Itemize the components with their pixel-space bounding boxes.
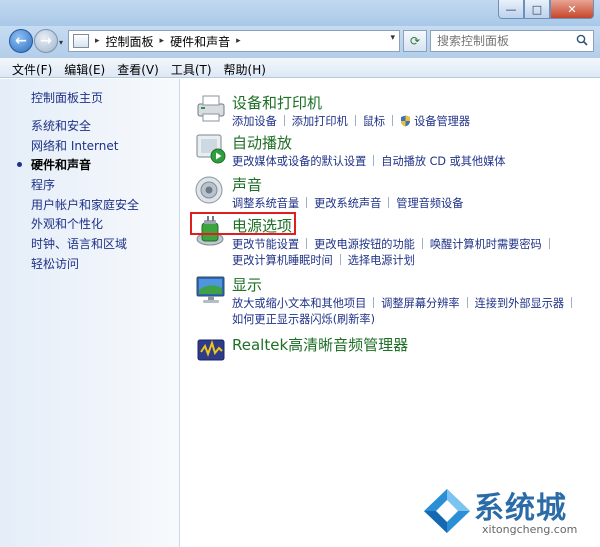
caption-buttons: — □ ✕ [498, 0, 594, 19]
menu-tools[interactable]: 工具(T) [165, 58, 218, 77]
link-change-sounds[interactable]: 更改系统声音 [314, 197, 381, 210]
link-change-power-saving[interactable]: 更改节能设置 [232, 238, 299, 251]
category-title[interactable]: 设备和打印机 [232, 92, 322, 113]
address-bar[interactable]: ▸ 控制面板 ▸ 硬件和声音 ▸ ▾ [68, 30, 400, 52]
sidebar-item-appearance[interactable]: 外观和个性化 [31, 215, 139, 235]
forward-arrow-icon: → [40, 33, 52, 49]
sidebar-item-user-accounts[interactable]: 用户帐户和家庭安全 [31, 196, 139, 216]
recent-pages-dropdown[interactable]: ▾ [59, 38, 63, 47]
link-separator [354, 115, 356, 126]
category-links: 更改节能设置 更改电源按钮的功能 唤醒计算机时需要密码 更改计算机睡眠时间 选择电源计… [232, 237, 600, 269]
link-separator [392, 115, 394, 126]
link-separator [388, 197, 390, 208]
link-separator [283, 115, 285, 126]
breadcrumb-control-panel[interactable]: 控制面板 [106, 33, 154, 50]
minimize-button[interactable]: — [498, 0, 524, 19]
link-adjust-volume[interactable]: 调整系统音量 [232, 197, 299, 210]
link-mouse[interactable]: 鼠标 [363, 115, 385, 128]
link-screen-resolution[interactable]: 调整屏幕分辨率 [381, 297, 459, 310]
title-bar: — □ ✕ [0, 0, 600, 26]
menu-edit[interactable]: 编辑(E) [58, 58, 111, 77]
sidebar-item-network-internet[interactable]: 网络和 Internet [31, 137, 139, 157]
maximize-button[interactable]: □ [524, 0, 550, 19]
address-row: ← → ▾ ▸ 控制面板 ▸ 硬件和声音 ▸ ▾ ⟳ [0, 26, 600, 58]
category-links: 调整系统音量 更改系统声音 管理音频设备 [232, 196, 600, 212]
category-links: 添加设备 添加打印机 鼠标 设备管理器 [232, 114, 600, 130]
link-add-device[interactable]: 添加设备 [232, 115, 277, 128]
control-panel-icon [73, 34, 89, 48]
sidebar-home-link[interactable]: 控制面板主页 [31, 89, 103, 106]
forward-button[interactable]: → [34, 29, 58, 53]
display-icon [196, 276, 225, 303]
category-links: 放大或缩小文本和其他项目 调整屏幕分辨率 连接到外部显示器 如何更正显示器闪烁(刷新… [232, 296, 600, 328]
watermark-url: xitongcheng.com [482, 523, 578, 536]
link-separator [339, 254, 341, 265]
autoplay-icon [196, 134, 226, 164]
breadcrumb-hardware-sound[interactable]: 硬件和声音 [170, 33, 230, 50]
link-separator [306, 238, 308, 249]
search-icon[interactable] [576, 34, 588, 46]
menu-view[interactable]: 查看(V) [111, 58, 165, 77]
watermark: 系统城 xitongcheng.com [422, 481, 592, 543]
main-content: 设备和打印机 添加设备 添加打印机 鼠标 设备管理器 自动播放 更改媒体或设备的默认设… [181, 79, 600, 547]
link-separator [421, 238, 423, 249]
sidebar-item-system-security[interactable]: 系统和安全 [31, 117, 139, 137]
search-box[interactable] [430, 30, 594, 52]
sidebar-item-ease-of-access[interactable]: 轻松访问 [31, 255, 139, 275]
refresh-button[interactable]: ⟳ [403, 30, 427, 52]
link-separator [571, 297, 573, 308]
link-separator [548, 238, 550, 249]
link-device-manager[interactable]: 设备管理器 [414, 115, 470, 128]
sidebar-item-clock-language[interactable]: 时钟、语言和区域 [31, 235, 139, 255]
watermark-logo [424, 489, 470, 533]
link-separator [373, 155, 375, 166]
close-button[interactable]: ✕ [550, 0, 594, 19]
sidebar-item-hardware-sound[interactable]: 硬件和声音 [16, 156, 139, 176]
shield-icon [401, 115, 411, 127]
link-require-password-wake[interactable]: 唤醒计算机时需要密码 [430, 238, 542, 251]
navigation-pane: 控制面板主页 系统和安全 网络和 Internet 硬件和声音 程序 用户帐户和… [0, 79, 180, 547]
sidebar-list: 系统和安全 网络和 Internet 硬件和声音 程序 用户帐户和家庭安全 外观… [16, 117, 139, 275]
menu-help[interactable]: 帮助(H) [218, 58, 272, 77]
link-refresh-rate[interactable]: 如何更正显示器闪烁(刷新率) [232, 313, 375, 326]
back-button[interactable]: ← [9, 29, 33, 53]
link-change-media-defaults[interactable]: 更改媒体或设备的默认设置 [232, 155, 366, 168]
link-separator [306, 197, 308, 208]
speaker-icon [195, 176, 223, 204]
sidebar-item-programs[interactable]: 程序 [31, 176, 139, 196]
menu-file[interactable]: 文件(F) [6, 58, 58, 77]
refresh-icon: ⟳ [409, 34, 421, 48]
category-title[interactable]: 显示 [232, 274, 262, 295]
back-arrow-icon: ← [15, 33, 27, 49]
link-choose-power-plan[interactable]: 选择电源计划 [348, 254, 415, 267]
search-input[interactable] [437, 34, 565, 48]
link-text-size[interactable]: 放大或缩小文本和其他项目 [232, 297, 366, 310]
realtek-audio-icon [197, 339, 225, 361]
printer-icon [197, 95, 225, 122]
breadcrumb-separator[interactable]: ▸ [236, 36, 241, 46]
link-external-display[interactable]: 连接到外部显示器 [475, 297, 565, 310]
category-title[interactable]: Realtek高清晰音频管理器 [232, 334, 408, 355]
link-separator [466, 297, 468, 308]
highlight-box [190, 212, 296, 235]
address-dropdown-icon[interactable]: ▾ [390, 33, 395, 43]
breadcrumb-separator[interactable]: ▸ [160, 36, 165, 46]
link-autoplay-cd[interactable]: 自动播放 CD 或其他媒体 [381, 155, 505, 168]
link-manage-audio-devices[interactable]: 管理音频设备 [396, 197, 463, 210]
link-separator [373, 297, 375, 308]
menu-bar: 文件(F) 编辑(E) 查看(V) 工具(T) 帮助(H) [0, 58, 600, 78]
watermark-brand: 系统城 [474, 491, 567, 526]
category-links: 更改媒体或设备的默认设置 自动播放 CD 或其他媒体 [232, 154, 600, 170]
category-title[interactable]: 声音 [232, 174, 262, 195]
link-add-printer[interactable]: 添加打印机 [292, 115, 348, 128]
category-title[interactable]: 自动播放 [232, 132, 292, 153]
link-power-button-function[interactable]: 更改电源按钮的功能 [314, 238, 415, 251]
link-change-sleep-time[interactable]: 更改计算机睡眠时间 [232, 254, 333, 267]
breadcrumb-separator[interactable]: ▸ [95, 36, 100, 46]
